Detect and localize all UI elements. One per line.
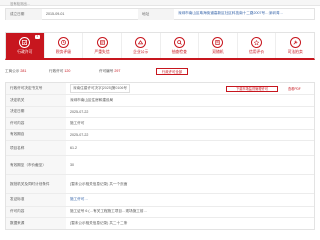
info-label-founded: 成立日期 — [6, 9, 42, 20]
table-row: 行政许可决定书文号 深南住建许可决字[2025]第0106号 下载市场监督管理许… — [6, 83, 314, 95]
view-pdf-link[interactable]: 查看PDF — [288, 86, 301, 91]
decision-number: 深南住建许可决字[2025]第0106号 — [70, 84, 130, 93]
filter-b[interactable]: 许可编号 297 — [99, 69, 120, 74]
row-value: 2025-07-22 — [70, 132, 89, 137]
credit-icon — [251, 36, 263, 48]
table-row: 发证标准 施工许可… — [6, 194, 314, 207]
table-row: 许可内容 施工证号 6 (…有关工程施工项目…现场施工前… — [6, 206, 314, 218]
download-button[interactable]: 下载市场监督管理许可 — [226, 85, 278, 92]
row-value: 施工许可 — [70, 120, 85, 125]
row-key: 项目名称 — [6, 141, 66, 155]
table-row: 有效期自 2025-07-22 — [6, 129, 314, 141]
table-row: 决定日期 2025-07-22 — [6, 106, 314, 118]
row-value: 30 — [70, 163, 74, 167]
table-row: 有效期至（市价截至） 30 — [6, 156, 314, 175]
info-value-address[interactable]: 深圳市南山区粤海街道高新区社区科技南十二路2007号…深圳湾… — [174, 9, 316, 20]
row-key: 数据来源 — [6, 217, 66, 229]
row-value: 施工证号 6 (…有关工程施工项目…现场施工前… — [70, 209, 148, 213]
row-key: 发证标准 — [6, 194, 66, 206]
tab-label: 司法拍卖 — [287, 49, 303, 54]
filter-total: 工商公示 281 — [5, 69, 27, 73]
row-key: 决定机关 — [6, 95, 66, 106]
table-row: 许可内容 施工许可 — [6, 118, 314, 130]
tab-label: 行政许可 — [17, 49, 33, 54]
row-value: 深南住建许可决字[2025]第0106号 下载市场监督管理许可 查看PDF — [66, 83, 314, 94]
tab-inspection[interactable]: 抽查检查 — [161, 33, 200, 58]
all-licenses-button[interactable]: 行政许可全部 — [156, 68, 188, 75]
table-row: 项目名称 61.2 — [6, 141, 314, 156]
row-key: 决定日期 — [6, 106, 66, 117]
table-row: 决定机关 深圳市南山区住房和建设局 — [6, 95, 314, 107]
row-value: (暂未公示相关信息记录) 共一个页面 — [70, 181, 128, 186]
row-value: (暂未公示相关信息记录) 共二十二条 — [70, 220, 128, 225]
row-key: 报批机关及同时计划条件 — [6, 175, 66, 193]
company-info-row: 成立日期 2015-09-01 地址 深圳市南山区粤海街道高新区社区科技南十二路… — [5, 8, 315, 20]
tab-bulletin[interactable]: 企业公示 — [122, 33, 161, 58]
info-value-founded: 2015-09-01 — [46, 12, 65, 16]
tab-tax-rating[interactable]: 税务评级 — [45, 33, 84, 58]
table-row: 数据来源 (暂未公示相关信息记录) 共二十二条 — [6, 217, 314, 229]
row-key: 许可内容 — [6, 206, 66, 217]
row-value: 2025-07-22 — [70, 109, 89, 114]
row-value[interactable]: 施工许可… — [66, 194, 314, 206]
filter-a[interactable]: 行政许可 120 — [49, 69, 70, 74]
category-tabs: 2 行政许可 税务评级 严重失信 企业公示 抽查检查 双随机 信用评价 司法拍卖 — [5, 32, 315, 60]
tax-rating-icon — [57, 36, 69, 48]
row-value: 深圳市南山区住房和建设局 — [70, 97, 114, 102]
top-strip: 没有检测出… — [0, 0, 320, 6]
tab-label: 严重失信 — [94, 49, 110, 54]
info-label-address: 地址 — [138, 9, 174, 20]
row-key: 有效期自 — [6, 129, 66, 140]
row-key: 有效期至（市价截至） — [6, 156, 66, 174]
random-check-icon — [212, 36, 224, 48]
tab-admin-license[interactable]: 2 行政许可 — [6, 33, 45, 58]
bulletin-icon — [135, 36, 147, 48]
row-key: 许可内容 — [6, 118, 66, 129]
table-row: 报批机关及同时计划条件 (暂未公示相关信息记录) 共一个页面 — [6, 175, 314, 194]
top-strip-text: 没有检测出… — [10, 2, 31, 6]
row-value: 61.2 — [70, 146, 77, 150]
tab-label: 信用评价 — [248, 49, 265, 54]
tab-label: 抽查检查 — [171, 49, 187, 54]
tab-badge: 2 — [35, 35, 40, 39]
inspection-icon — [173, 36, 185, 48]
tab-blacklist[interactable]: 严重失信 — [83, 33, 122, 58]
approval-icon — [19, 36, 31, 48]
filter-bar: 工商公示 281 行政许可 120 许可编号 297 行政许可全部 — [5, 68, 315, 76]
tab-label: 双随机 — [212, 49, 224, 54]
auction-icon — [289, 36, 301, 48]
tab-random-check[interactable]: 双随机 — [199, 33, 238, 58]
blacklist-icon — [96, 36, 108, 48]
tab-label: 企业公示 — [133, 49, 149, 54]
license-detail-table: 行政许可决定书文号 深南住建许可决字[2025]第0106号 下载市场监督管理许… — [5, 82, 315, 230]
row-key: 行政许可决定书文号 — [6, 83, 66, 94]
tab-credit[interactable]: 信用评价 — [238, 33, 277, 58]
tab-label: 税务评级 — [55, 49, 72, 54]
tab-auction[interactable]: 司法拍卖 — [276, 33, 314, 58]
